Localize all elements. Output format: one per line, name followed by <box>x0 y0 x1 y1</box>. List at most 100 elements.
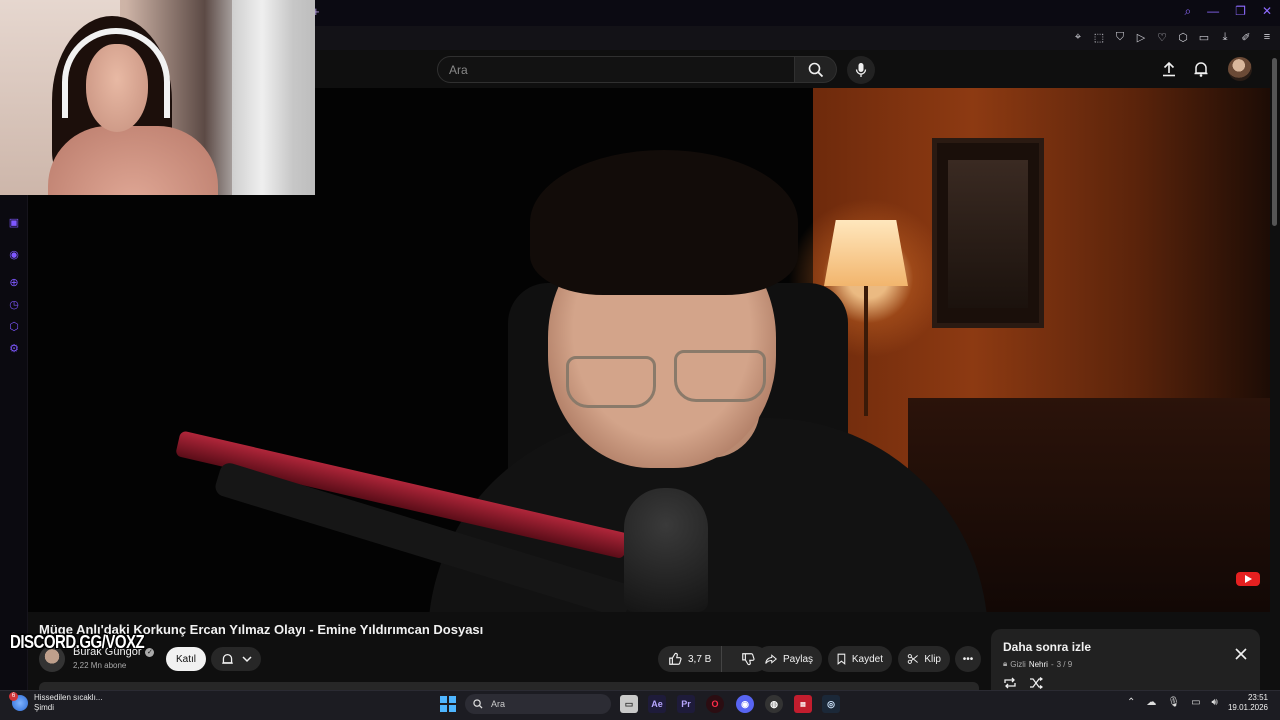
taskbar-clock[interactable]: 23:51 19.01.2026 <box>1226 693 1268 713</box>
playlist-title[interactable]: Daha sonra izle <box>1003 640 1091 654</box>
search-input[interactable] <box>438 57 794 82</box>
premiere-icon[interactable]: Pr <box>677 695 695 713</box>
app-icon[interactable]: ▤ <box>794 695 812 713</box>
subscribe-overlay-badge[interactable] <box>1234 572 1262 598</box>
windows-logo-tile <box>449 696 456 703</box>
pin-icon[interactable]: ⌖ <box>1071 31 1085 44</box>
scissors-icon <box>907 654 918 664</box>
presenter-hair <box>530 150 798 295</box>
voice-search-button[interactable] <box>847 56 875 84</box>
volume-icon[interactable]: 🔊︎ <box>1212 697 1218 708</box>
settings-icon[interactable]: ⚙ <box>7 342 21 356</box>
subscription-notifications-button[interactable] <box>211 647 261 671</box>
weather-text: Hissedilen sıcaklı... Şimdi <box>34 693 102 713</box>
obs-icon[interactable]: ◍ <box>765 695 783 713</box>
restore-button[interactable]: ❐ <box>1235 4 1246 19</box>
glasses-left-lens <box>566 356 656 408</box>
playlist-meta: 🔒︎ Gizli Nehri - 3 / 9 <box>1003 659 1072 669</box>
create-button[interactable] <box>1158 58 1180 80</box>
weather-widget[interactable]: 6 Hissedilen sıcaklı... Şimdi <box>9 692 102 713</box>
display-icon[interactable]: ▭ <box>1191 697 1200 708</box>
windows-taskbar <box>0 690 1280 720</box>
minimize-button[interactable]: — <box>1207 4 1219 19</box>
add-icon[interactable]: ⊕ <box>7 276 21 290</box>
like-count: 3,7 B <box>688 653 712 665</box>
more-actions-button[interactable]: ••• <box>955 646 981 672</box>
start-button[interactable] <box>440 696 456 712</box>
glasses-right-lens <box>674 350 766 402</box>
windows-logo-tile <box>440 696 447 703</box>
search-button[interactable] <box>795 56 837 83</box>
weather-icon: 6 <box>9 692 28 711</box>
taskbar-search-placeholder: Ara <box>491 699 506 709</box>
playlist-owner[interactable]: Nehri <box>1029 660 1048 669</box>
steam-icon[interactable]: ◎ <box>822 695 840 713</box>
microphone <box>624 488 708 612</box>
download-icon[interactable]: ⤓ <box>1218 31 1232 44</box>
video-title: Müge Anlı'daki Korkunç Ercan Yılmaz Olay… <box>39 622 484 637</box>
tray-overflow-icon[interactable]: ⌃ <box>1127 697 1135 708</box>
webcam-curtain <box>232 0 292 195</box>
shuffle-playlist-button[interactable] <box>1029 676 1043 689</box>
clip-button[interactable]: Klip <box>898 646 950 672</box>
separator: - <box>1050 659 1054 669</box>
account-avatar[interactable] <box>1228 57 1252 81</box>
history-icon[interactable]: ◷ <box>7 298 21 312</box>
extensions-icon[interactable]: ⬡ <box>1176 31 1190 44</box>
playlist-close-button[interactable] <box>1233 646 1249 662</box>
chevron-down-icon <box>241 656 252 663</box>
search-icon <box>473 699 483 709</box>
streamer-body <box>48 126 218 195</box>
more-dots-icon: ••• <box>962 653 974 665</box>
lamp-pole <box>864 286 868 416</box>
system-tray: ⌃ ☁ 🎙︎ ▭ 🔊︎ <box>1127 697 1218 708</box>
join-button[interactable]: Katıl <box>166 647 206 671</box>
subscriber-count: 2,22 Mn abone <box>73 661 127 670</box>
taskbar-search[interactable]: Ara <box>465 694 611 714</box>
share-button[interactable]: Paylaş <box>756 646 822 672</box>
playlist-position: 3 / 9 <box>1056 659 1073 669</box>
close-window-button[interactable]: ✕ <box>1262 4 1272 19</box>
discord-icon[interactable]: ◉ <box>7 248 21 262</box>
save-button[interactable]: Kaydet <box>828 646 892 672</box>
verified-icon: ✓ <box>145 647 155 657</box>
windows-logo-tile <box>449 705 456 712</box>
like-button[interactable]: 3,7 B <box>658 646 723 672</box>
scrollbar-thumb[interactable] <box>1272 58 1277 226</box>
menu-icon[interactable]: ≡ <box>1260 31 1274 44</box>
upload-icon <box>1163 61 1175 77</box>
play-icon[interactable]: ▷ <box>1134 31 1148 44</box>
search-icon <box>808 62 823 77</box>
shield-icon[interactable]: ⛉ <box>1113 31 1127 44</box>
onedrive-icon[interactable]: ☁ <box>1146 697 1156 708</box>
search-tabs-icon[interactable]: ⌕ <box>1184 4 1191 19</box>
clock-date: 19.01.2026 <box>1227 703 1268 712</box>
loop-playlist-button[interactable] <box>1003 676 1017 689</box>
clock-time: 23:51 <box>1247 693 1268 702</box>
opera-gx-icon[interactable]: O <box>706 695 724 713</box>
discord-taskbar-icon[interactable]: ◉ <box>736 695 754 713</box>
description-box[interactable] <box>39 682 979 690</box>
search-box <box>437 56 795 83</box>
like-dislike-group: 3,7 B <box>658 646 768 672</box>
share-icon <box>765 654 777 664</box>
save-label: Kaydet <box>851 653 883 665</box>
weather-subtitle: Şimdi <box>34 703 55 712</box>
window-controls: ⌕ — ❐ ✕ <box>1184 4 1272 19</box>
notifications-button[interactable] <box>1190 58 1212 80</box>
wallet-icon[interactable]: ▭ <box>1197 31 1211 44</box>
file-explorer-icon[interactable]: ▭ <box>620 695 638 713</box>
lampshade <box>824 220 908 286</box>
microphone-tray-icon[interactable]: 🎙︎ <box>1167 697 1180 708</box>
gx-chat-icon[interactable]: ▣ <box>7 216 21 230</box>
mic-icon <box>855 63 867 77</box>
thumbs-down-icon <box>742 653 755 666</box>
after-effects-icon[interactable]: Ae <box>648 695 666 713</box>
share-label: Paylaş <box>782 653 813 665</box>
screenshot-icon[interactable]: ⬚ <box>1092 31 1106 44</box>
bookmark-icon <box>837 653 846 665</box>
weather-title: Hissedilen sıcaklı... <box>34 693 103 702</box>
extensions-sidebar-icon[interactable]: ⬡ <box>7 320 21 334</box>
ai-icon[interactable]: ✐ <box>1239 31 1253 44</box>
heart-icon[interactable]: ♡ <box>1155 31 1169 44</box>
